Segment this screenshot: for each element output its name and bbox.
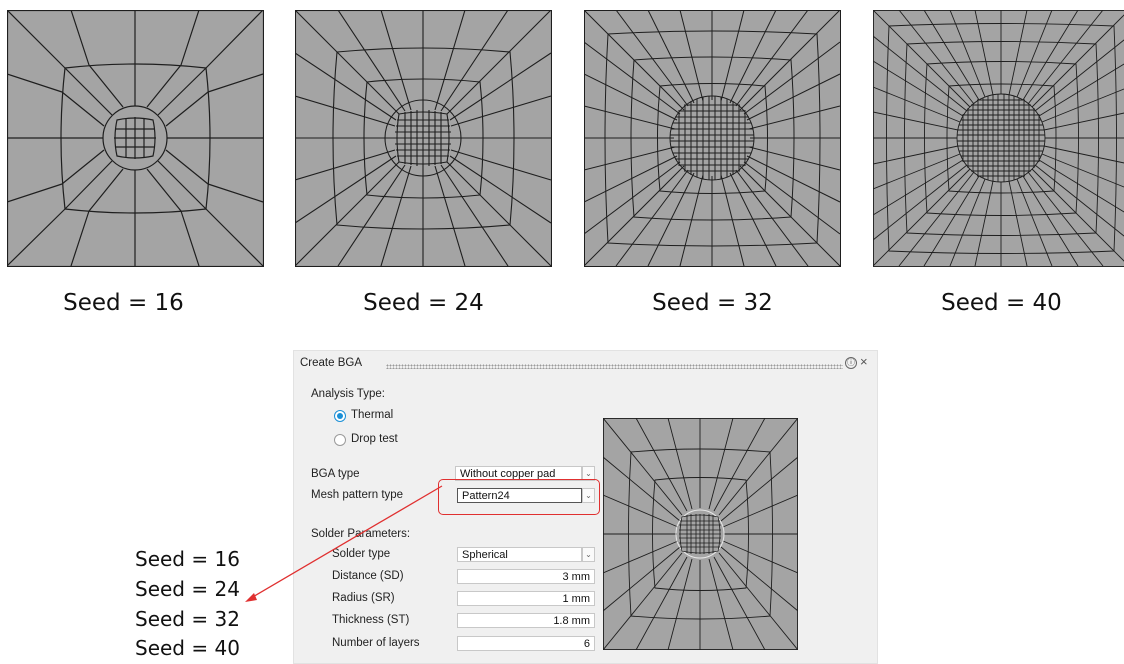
radio-thermal[interactable] (334, 410, 346, 422)
mesh-pattern-label: Mesh pattern type (311, 489, 403, 501)
seed-option-32: Seed = 32 (135, 607, 240, 631)
drag-handle[interactable] (386, 364, 843, 369)
help-icon[interactable]: ⓘ (845, 357, 857, 369)
mesh-svg (584, 10, 841, 267)
mesh-svg (873, 10, 1124, 267)
solder-parameters-heading: Solder Parameters: (311, 528, 410, 540)
mesh-pattern-highlight (438, 479, 600, 515)
solder-type-label: Solder type (332, 548, 390, 560)
mesh-preview (603, 418, 798, 650)
mesh-panel-seed-24 (295, 10, 552, 267)
mesh-panel-seed-16 (7, 10, 264, 267)
distance-field[interactable]: 3 mm (457, 569, 595, 584)
caption-seed-40: Seed = 40 (873, 290, 1124, 316)
mesh-svg (295, 10, 552, 267)
radio-thermal-label[interactable]: Thermal (351, 409, 393, 421)
close-icon[interactable]: × (860, 354, 868, 369)
radius-field[interactable]: 1 mm (457, 591, 595, 606)
bga-type-label: BGA type (311, 468, 360, 480)
seed-option-16: Seed = 16 (135, 547, 240, 571)
seed-option-40: Seed = 40 (135, 636, 240, 660)
caption-seed-32: Seed = 32 (584, 290, 841, 316)
caption-seed-24: Seed = 24 (295, 290, 552, 316)
thickness-label: Thickness (ST) (332, 614, 409, 626)
create-bga-dialog: Create BGA ⓘ × Analysis Type: Thermal Dr… (293, 350, 878, 664)
dialog-title: Create BGA (300, 357, 362, 369)
layers-label: Number of layers (332, 637, 420, 649)
mesh-preview-svg (603, 418, 798, 650)
analysis-type-label: Analysis Type: (311, 388, 385, 400)
mesh-svg (7, 10, 264, 267)
layers-field[interactable]: 6 (457, 636, 595, 651)
radio-drop-test[interactable] (334, 434, 346, 446)
caption-seed-16: Seed = 16 (0, 290, 252, 316)
solder-type-select[interactable]: Spherical (457, 547, 582, 562)
distance-label: Distance (SD) (332, 570, 404, 582)
chevron-down-icon[interactable]: ⌄ (582, 547, 595, 562)
mesh-panel-seed-40 (873, 10, 1124, 267)
seed-option-24: Seed = 24 (135, 577, 240, 601)
thickness-field[interactable]: 1.8 mm (457, 613, 595, 628)
radio-drop-test-label[interactable]: Drop test (351, 433, 398, 445)
radius-label: Radius (SR) (332, 592, 395, 604)
mesh-panel-seed-32 (584, 10, 841, 267)
